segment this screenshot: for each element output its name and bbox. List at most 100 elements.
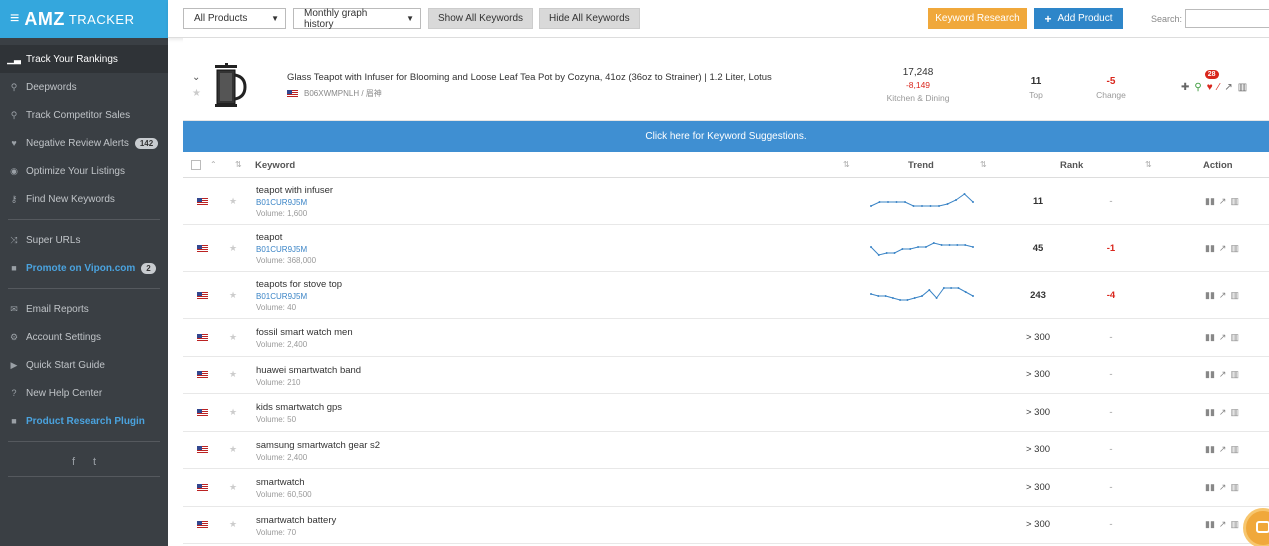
product-title[interactable]: Glass Teapot with Infuser for Blooming a… <box>287 72 772 83</box>
keyword-text[interactable]: teapot with infuser <box>256 185 333 196</box>
keyword-text[interactable]: kids smartwatch gps <box>256 402 342 413</box>
star-icon[interactable]: ★ <box>229 482 237 493</box>
bsr-value: 17,248 <box>902 67 934 78</box>
add-product-button[interactable]: + Add Product <box>1034 8 1123 29</box>
keyword-volume: Volume: 70 <box>256 527 297 537</box>
trend-point <box>921 294 923 297</box>
chart-icon[interactable]: ▮▮ <box>1205 444 1215 455</box>
star-icon[interactable]: ★ <box>229 290 237 301</box>
trash-icon[interactable]: ▥ <box>1230 332 1239 343</box>
facebook-icon[interactable]: f <box>72 456 75 468</box>
star-icon[interactable]: ★ <box>229 332 237 343</box>
chart-icon[interactable]: ▮▮ <box>1205 332 1215 343</box>
external-link-icon[interactable]: ↗ <box>1219 444 1227 455</box>
sidebar-item-help-center[interactable]: ? New Help Center <box>0 379 168 407</box>
table-row: ★ kids smartwatch gps Volume: 50 > 300 - ▮▮ ↗ ▥ <box>183 394 1269 432</box>
product-thumbnail[interactable] <box>211 63 247 113</box>
sidebar-item-promote-vipon[interactable]: ■ Promote on Vipon.com 2 <box>0 254 168 282</box>
star-icon[interactable]: ★ <box>229 407 237 418</box>
heart-icon[interactable]: ♥ 28 <box>1204 70 1219 93</box>
sidebar-item-optimize-listings[interactable]: ◉ Optimize Your Listings <box>0 157 168 185</box>
sort-icon[interactable]: ⇅ <box>980 160 987 169</box>
chart-icon[interactable]: ▮▮ <box>1205 482 1215 493</box>
show-all-keywords-button[interactable]: Show All Keywords <box>428 8 534 29</box>
sort-icon[interactable]: ⇅ <box>1145 160 1152 169</box>
external-link-icon[interactable]: ↗ <box>1219 369 1227 380</box>
sidebar-item-competitor-sales[interactable]: ⚲ Track Competitor Sales <box>0 101 168 129</box>
trash-icon[interactable]: ▥ <box>1230 196 1239 207</box>
star-icon[interactable]: ★ <box>229 444 237 455</box>
trash-icon[interactable]: ▥ <box>1230 243 1239 254</box>
keyword-suggestions-banner[interactable]: Click here for Keyword Suggestions. <box>183 121 1269 152</box>
external-link-icon[interactable]: ↗ <box>1219 407 1227 418</box>
select-all-checkbox[interactable] <box>191 160 201 170</box>
chart-icon[interactable]: ▮▮ <box>1205 243 1215 254</box>
external-link-icon[interactable]: ↗ <box>1219 290 1227 301</box>
sort-icon[interactable]: ⇅ <box>843 160 850 169</box>
trash-icon[interactable]: ▥ <box>1230 369 1239 380</box>
keyword-text[interactable]: smartwatch <box>256 477 305 488</box>
chart-icon[interactable]: ▮▮ <box>1205 407 1215 418</box>
column-keyword[interactable]: Keyword <box>255 160 295 171</box>
keyword-asin-link[interactable]: B01CUR9J5M <box>256 245 307 254</box>
chart-icon[interactable]: ▮▮ <box>1205 369 1215 380</box>
search-icon[interactable]: ⚲ <box>1194 82 1201 93</box>
graph-history-select[interactable]: Monthly graph history ▼ <box>293 8 421 30</box>
trash-icon[interactable]: ▥ <box>1238 82 1247 93</box>
external-link-icon[interactable]: ↗ <box>1219 243 1227 254</box>
wand-icon[interactable]: ⁄ <box>1218 82 1220 93</box>
trash-icon[interactable]: ▥ <box>1230 290 1239 301</box>
keyword-text[interactable]: samsung smartwatch gear s2 <box>256 440 380 451</box>
sort-icon[interactable]: ⇅ <box>235 160 242 169</box>
keyword-text[interactable]: huawei smartwatch band <box>256 365 361 376</box>
chart-icon[interactable]: ▮▮ <box>1205 290 1215 301</box>
sidebar-item-research-plugin[interactable]: ■ Product Research Plugin <box>0 407 168 435</box>
external-link-icon[interactable]: ↗ <box>1219 519 1227 530</box>
column-trend[interactable]: Trend <box>908 160 934 171</box>
keyword-text[interactable]: fossil smart watch men <box>256 327 353 338</box>
sidebar-item-super-urls[interactable]: ⤨ Super URLs <box>0 226 168 254</box>
star-icon[interactable]: ★ <box>229 196 237 207</box>
column-rank[interactable]: Rank <box>1060 160 1083 171</box>
add-keyword-icon[interactable]: ✚ <box>1181 82 1189 93</box>
star-icon[interactable]: ★ <box>229 369 237 380</box>
keyword-research-button[interactable]: Keyword Research <box>928 8 1027 29</box>
star-icon[interactable]: ★ <box>192 88 201 99</box>
keyword-text[interactable]: teapot <box>256 232 282 243</box>
trash-icon[interactable]: ▥ <box>1230 519 1239 530</box>
trend-point <box>878 200 881 203</box>
search-input[interactable] <box>1185 9 1269 28</box>
trash-icon[interactable]: ▥ <box>1230 482 1239 493</box>
sidebar-item-email-reports[interactable]: ✉ Email Reports <box>0 295 168 323</box>
trash-icon[interactable]: ▥ <box>1230 407 1239 418</box>
logo[interactable]: ≡ AMZ TRACKER <box>0 0 168 38</box>
keyword-asin-link[interactable]: B01CUR9J5M <box>256 198 307 207</box>
sidebar-item-account-settings[interactable]: ⚙ Account Settings <box>0 323 168 351</box>
sidebar-item-track-rankings[interactable]: ▁▃ Track Your Rankings <box>0 45 168 73</box>
star-icon[interactable]: ★ <box>229 519 237 530</box>
chevron-down-icon[interactable]: ⌄ <box>192 72 200 83</box>
hide-all-keywords-button[interactable]: Hide All Keywords <box>539 8 640 29</box>
sidebar-item-quick-start[interactable]: ▶ Quick Start Guide <box>0 351 168 379</box>
keyword-text[interactable]: smartwatch battery <box>256 515 336 526</box>
external-link-icon[interactable]: ↗ <box>1219 482 1227 493</box>
table-row: ★ huawei smartwatch band Volume: 210 > 300 -… <box>183 357 1269 394</box>
twitter-icon[interactable]: t <box>93 456 96 468</box>
keyword-text[interactable]: teapots for stove top <box>256 279 342 290</box>
sidebar-item-deepwords[interactable]: ⚲ Deepwords <box>0 73 168 101</box>
hamburger-icon[interactable]: ≡ <box>10 10 19 28</box>
external-link-icon[interactable]: ↗ <box>1219 332 1227 343</box>
chart-icon[interactable]: ▮▮ <box>1205 519 1215 530</box>
external-link-icon[interactable]: ↗ <box>1219 196 1227 207</box>
star-icon[interactable]: ★ <box>229 243 237 254</box>
chart-icon[interactable]: ▮▮ <box>1205 196 1215 207</box>
external-link-icon[interactable]: ↗ <box>1224 82 1232 93</box>
products-select[interactable]: All Products ▼ <box>183 8 286 29</box>
row-actions: ▮▮ ↗ ▥ <box>1205 369 1239 380</box>
sidebar-item-negative-reviews[interactable]: ♥ Negative Review Alerts 142 <box>0 129 168 157</box>
sidebar-item-find-keywords[interactable]: ⚷ Find New Keywords <box>0 185 168 213</box>
keyword-asin-link[interactable]: B01CUR9J5M <box>256 292 307 301</box>
row-actions: ▮▮ ↗ ▥ <box>1205 196 1239 207</box>
trash-icon[interactable]: ▥ <box>1230 444 1239 455</box>
sort-up-icon[interactable]: ⌃ <box>210 160 217 169</box>
